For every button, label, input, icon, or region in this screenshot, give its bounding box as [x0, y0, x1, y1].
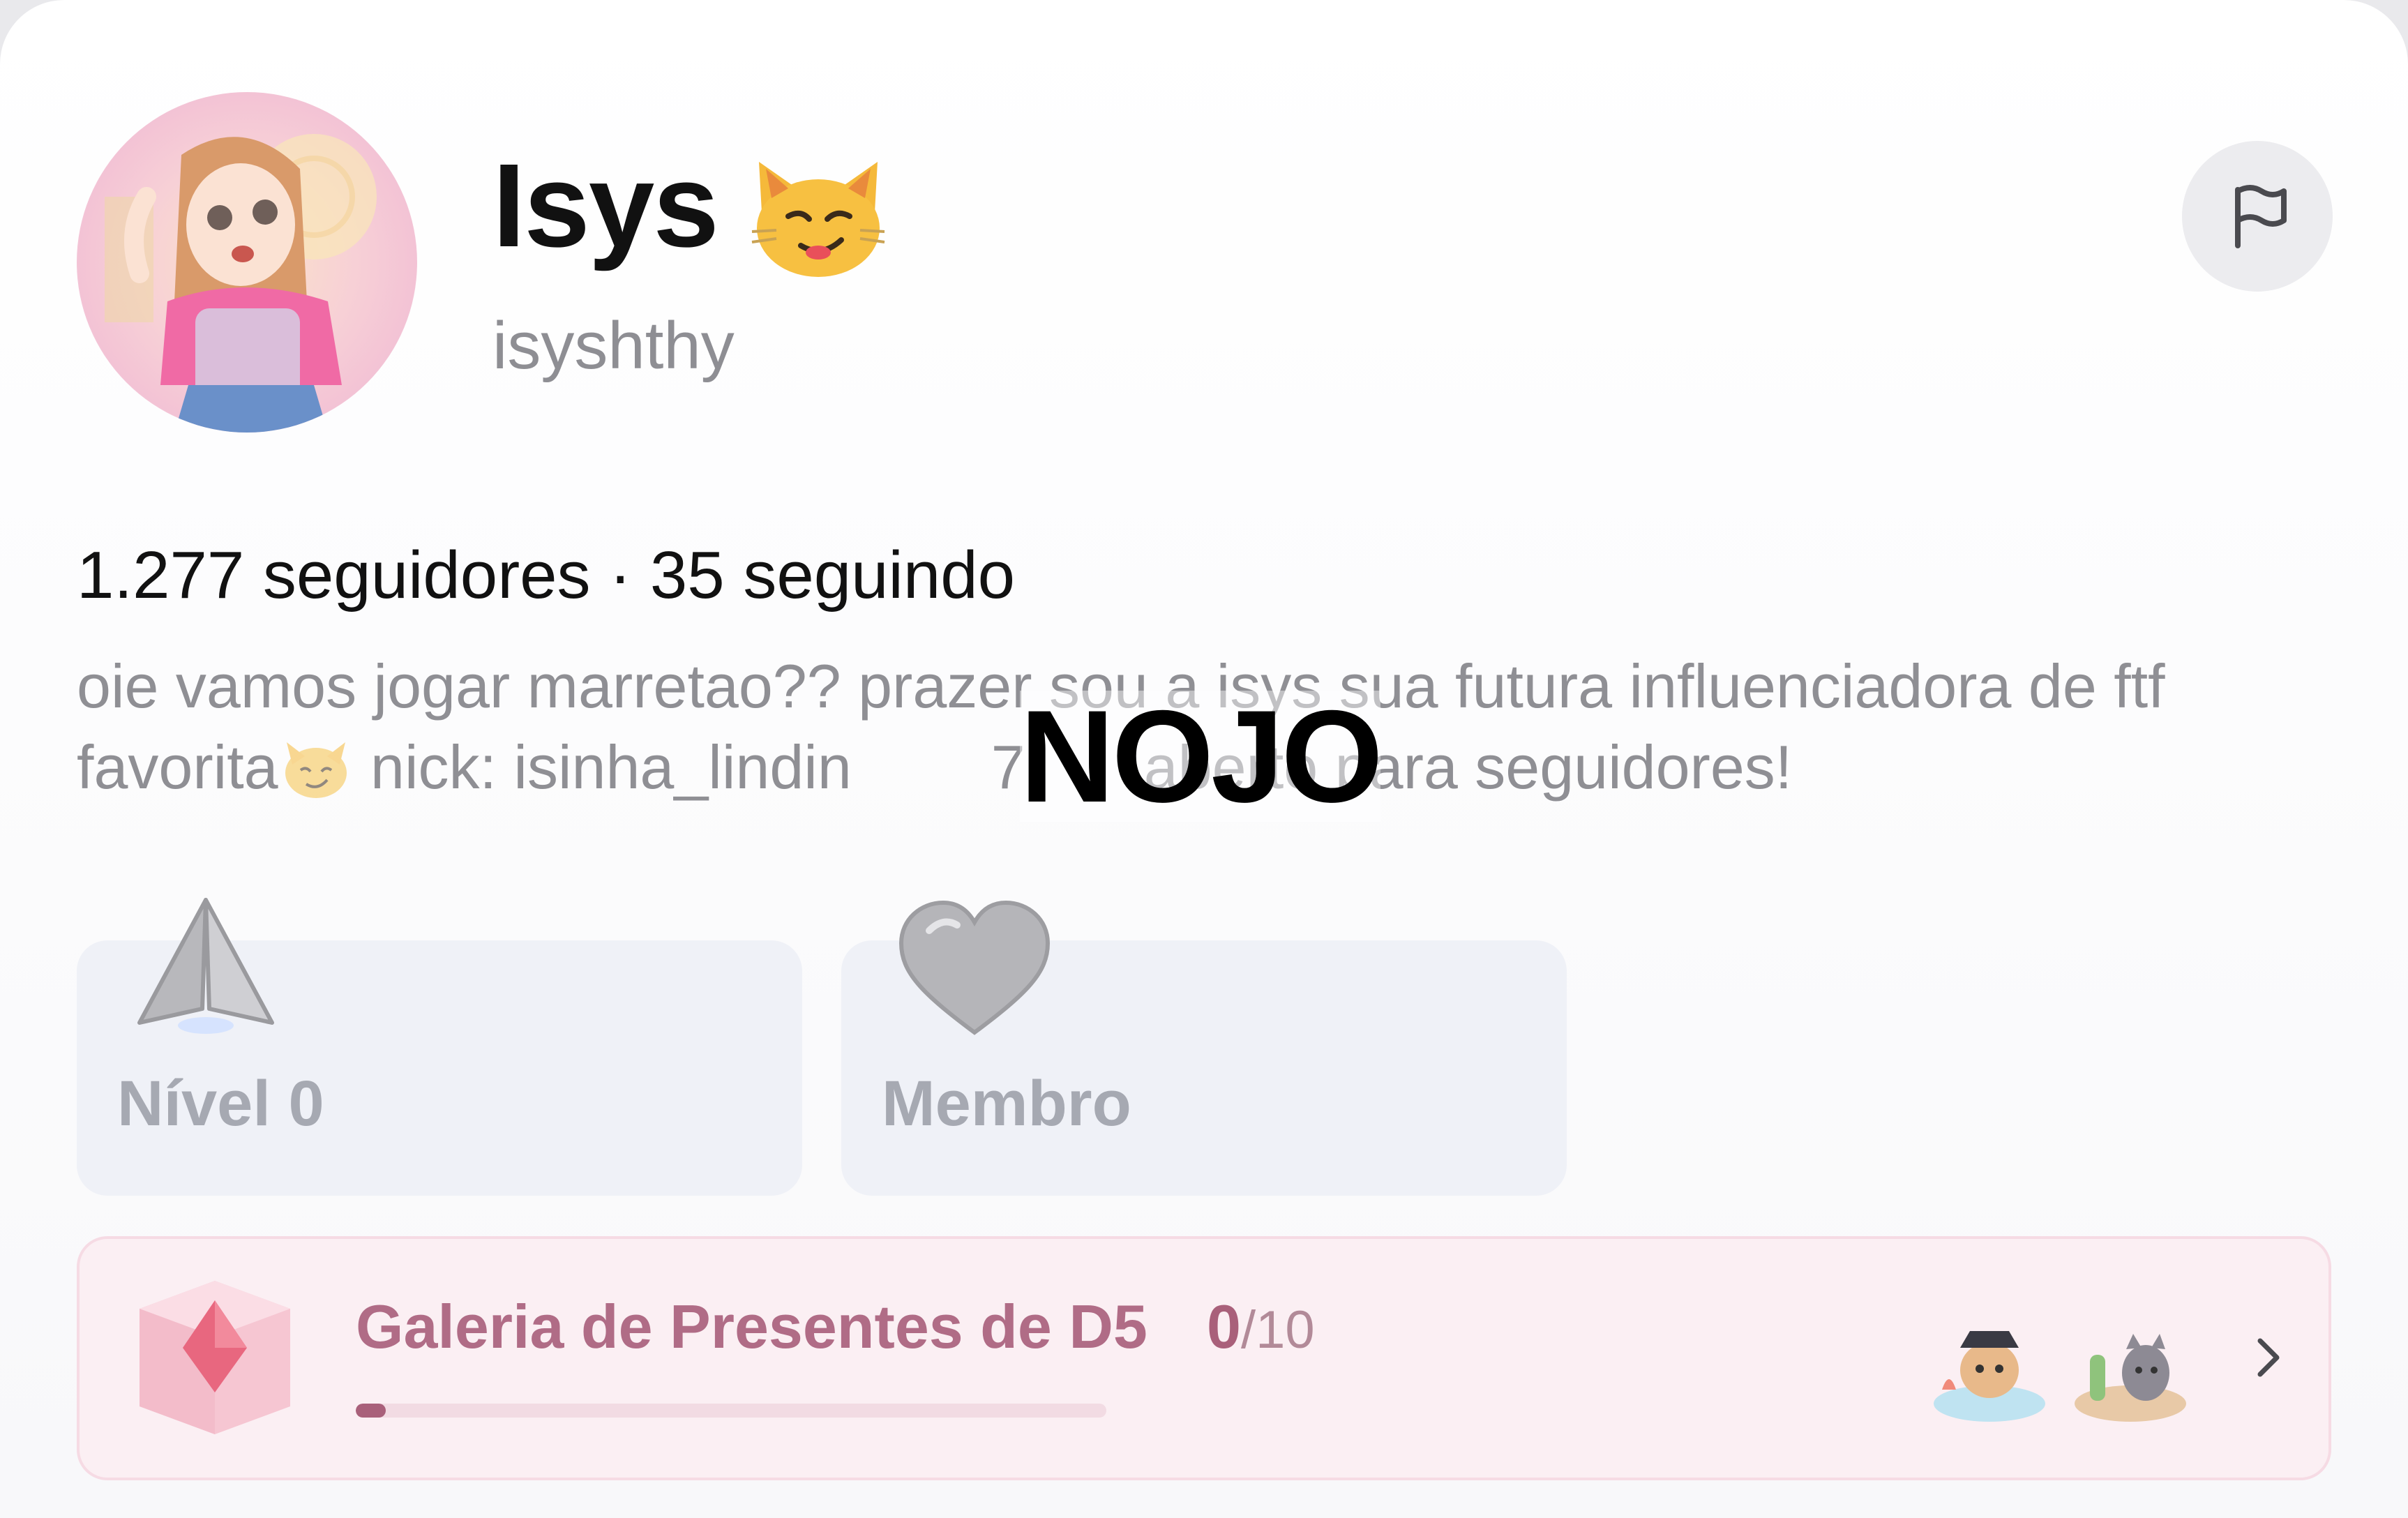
smirk-cat-icon — [285, 742, 347, 798]
heart-icon — [898, 900, 1051, 1035]
gift-gallery-title: Galeria de Presentes de D5 — [356, 1292, 1147, 1361]
username: isyshthy — [492, 308, 735, 383]
smirk-cat-icon — [751, 162, 885, 277]
report-button[interactable] — [2182, 141, 2333, 292]
pirate-dog-island-icon — [1934, 1331, 2045, 1422]
overlay-caption: NOJO — [1020, 683, 1383, 829]
bio-text-nick: nick: isinha_lindin — [353, 732, 852, 802]
cat-cactus-island-icon — [2075, 1334, 2186, 1422]
display-name: Isys — [492, 140, 719, 272]
gift-count-value: 0 — [1207, 1292, 1241, 1361]
member-badge-card[interactable]: Membro — [841, 900, 1567, 1196]
level-badge-card[interactable]: Nível 0 — [77, 898, 802, 1196]
level-triangle-icon — [137, 898, 274, 1034]
gift-gallery-count: 0/10 — [1207, 1296, 1315, 1358]
gem-cube-icon — [140, 1281, 290, 1434]
level-label: Nível 0 — [117, 1068, 324, 1139]
profile-sheet: Isys isyshthy 1.277 seguidores · 35 segu… — [0, 0, 2408, 1518]
gift-progress-fill — [356, 1404, 386, 1418]
gift-gallery-card[interactable]: Galeria de Presentes de D5 0/10 — [77, 1236, 2331, 1480]
member-label: Membro — [882, 1068, 1131, 1139]
gift-progress-bar — [356, 1404, 1106, 1418]
gift-count-total: /10 — [1240, 1300, 1315, 1360]
follow-stats[interactable]: 1.277 seguidores · 35 seguindo — [77, 539, 1015, 613]
chevron-right-icon[interactable] — [2241, 1330, 2296, 1385]
avatar[interactable] — [77, 92, 417, 433]
avatar-image — [105, 134, 377, 433]
flag-icon — [2235, 185, 2287, 248]
